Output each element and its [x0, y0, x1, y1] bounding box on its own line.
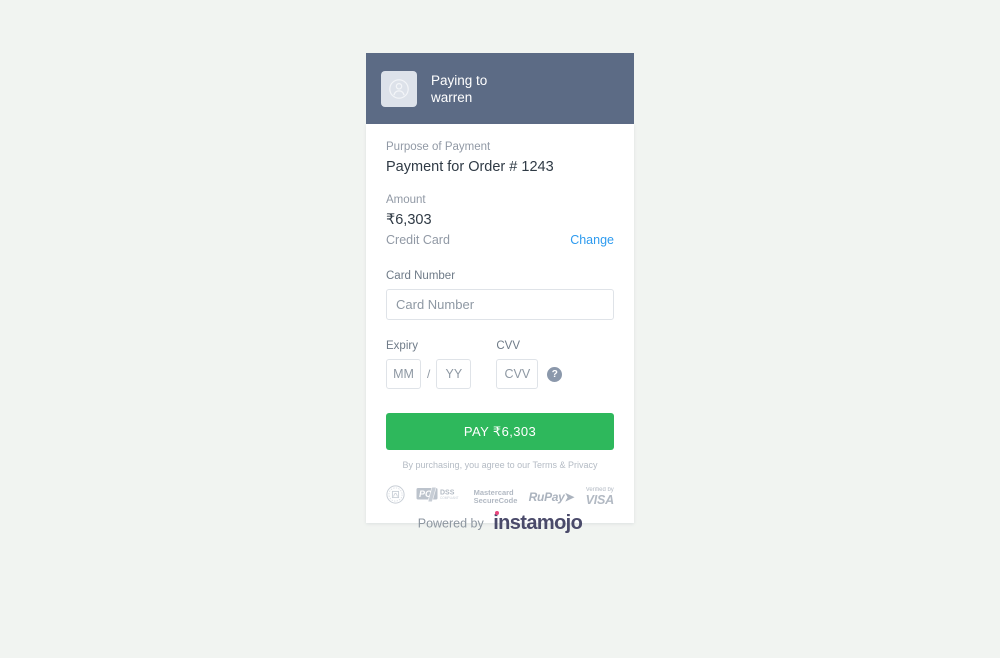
question-mark-icon[interactable]: ? [547, 366, 563, 382]
cvv-group: CVV ? [496, 339, 563, 389]
card-number-input[interactable] [386, 289, 614, 320]
change-method-link[interactable]: Change [570, 233, 614, 247]
mastercard-line-2: SecureCode [473, 496, 518, 505]
cvv-inputs: ? [496, 359, 563, 389]
rupay-badge: RuPay➤ [528, 490, 575, 504]
pci-dss-badge: PCI DSS COMPLIANT [416, 486, 462, 508]
svg-text:COMPLIANT: COMPLIANT [440, 496, 459, 500]
expiry-cvv-row: Expiry / CVV ? [386, 339, 614, 389]
instamojo-wordmark: instamojo [493, 512, 583, 534]
card-number-label: Card Number [386, 270, 456, 282]
powered-by-label: Powered by [417, 516, 484, 531]
purpose-block: Purpose of Payment Payment for Order # 1… [386, 140, 614, 177]
amount-label: Amount [386, 194, 426, 206]
amount-value: ₹6,303 [386, 212, 432, 228]
paying-to-block: Paying to warren [431, 72, 487, 106]
mastercard-securecode-badge: Mastercard SecureCode [473, 488, 518, 506]
powered-by-footer: Powered by instamojo [0, 511, 1000, 535]
checkout-body: Purpose of Payment Payment for Order # 1… [366, 124, 634, 523]
expiry-label: Expiry [386, 340, 418, 352]
paying-to-label: Paying to [431, 72, 488, 88]
visa-line-2: VISA [585, 493, 615, 507]
merchant-name: warren [431, 89, 473, 105]
checkout-header: Paying to warren [366, 53, 634, 124]
expiry-month-input[interactable] [386, 359, 421, 389]
avatar [381, 70, 417, 107]
expiry-separator: / [427, 367, 431, 381]
expiry-group: Expiry / [386, 339, 472, 389]
verified-by-visa-badge: Verified by VISA [585, 487, 615, 507]
rupay-label: RuPay [528, 490, 565, 504]
purpose-label: Purpose of Payment [386, 141, 491, 153]
purpose-value: Payment for Order # 1243 [386, 159, 554, 175]
payment-method-row: Credit Card Change [386, 233, 614, 247]
payment-method-name: Credit Card [386, 233, 450, 247]
checkout-card: Paying to warren Purpose of Payment Paym… [366, 53, 634, 523]
user-avatar-icon [389, 78, 409, 99]
instamojo-logo: instamojo [493, 511, 583, 535]
expiry-inputs: / [386, 359, 472, 389]
cvv-input[interactable] [496, 359, 539, 389]
cvv-label: CVV [496, 340, 520, 352]
rbi-seal-badge [386, 485, 405, 509]
card-number-group: Card Number [386, 269, 614, 320]
pay-button[interactable]: PAY ₹6,303 [386, 413, 614, 450]
terms-note: By purchasing, you agree to our Terms & … [402, 460, 598, 470]
amount-block: Amount ₹6,303 [386, 193, 614, 230]
expiry-year-input[interactable] [436, 359, 472, 389]
